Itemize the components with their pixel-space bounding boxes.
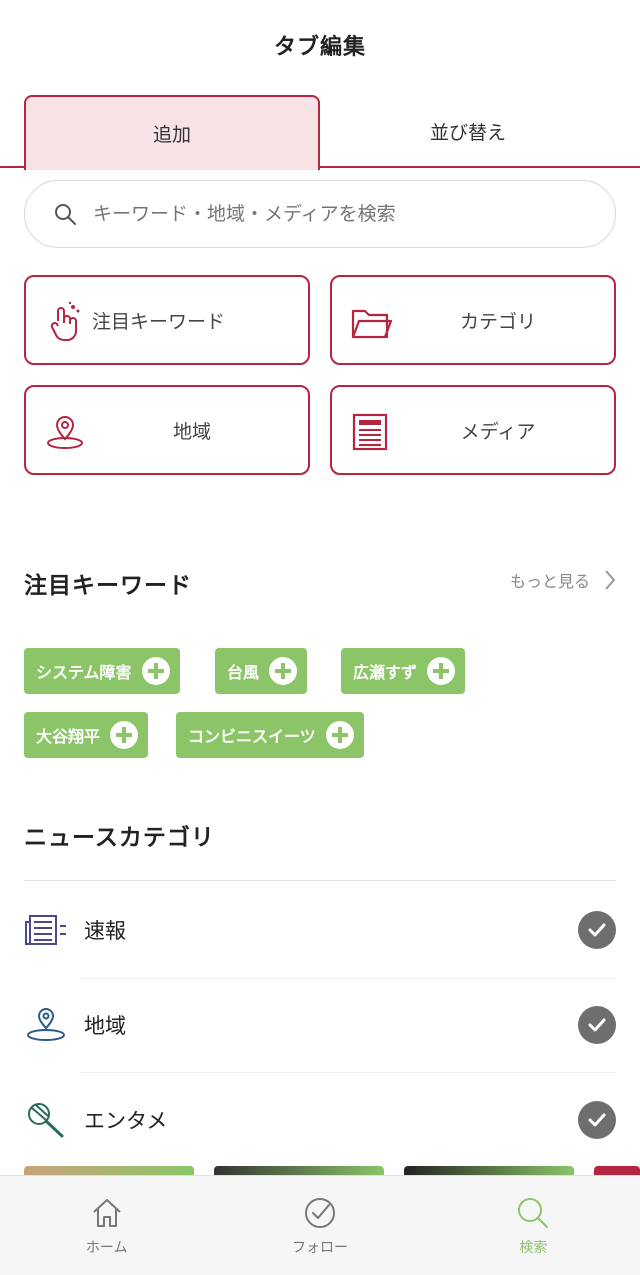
row-divider: [80, 978, 616, 979]
keyword-chip[interactable]: 大谷翔平: [24, 712, 149, 758]
category-section-title: ニュースカテゴリ: [24, 825, 215, 851]
tab-reorder[interactable]: 並び替え: [320, 95, 616, 168]
region-button[interactable]: 地域: [24, 385, 310, 475]
keyword-button[interactable]: 注目キーワード: [24, 275, 310, 365]
map-pin-icon: [27, 1007, 65, 1041]
more-link[interactable]: もっと見る: [510, 568, 616, 592]
tab-bar: 追加 並び替え: [0, 90, 640, 170]
keyword-chip-label: 台風: [227, 663, 260, 682]
newspaper-icon: [352, 413, 388, 451]
search-input[interactable]: [93, 203, 553, 225]
tab-add[interactable]: 追加: [24, 95, 320, 170]
more-link-label: もっと見る: [509, 572, 590, 591]
microphone-icon: [28, 1103, 64, 1138]
plus-icon: [110, 721, 139, 749]
keyword-chip-label: 広瀬すず: [353, 663, 418, 682]
category-label: 速報: [84, 919, 126, 943]
keyword-chip[interactable]: コンビニスイーツ: [176, 712, 364, 758]
media-button[interactable]: メディア: [330, 385, 616, 475]
search-icon: [55, 204, 76, 225]
nav-search-label: 検索: [519, 1239, 548, 1256]
news-icon: [25, 915, 66, 945]
keyword-chip[interactable]: システム障害: [24, 648, 180, 694]
keyword-chip-label: 大谷翔平: [36, 727, 101, 746]
plus-icon: [269, 657, 298, 685]
page-title: タブ編集: [273, 35, 366, 60]
keywords-section-title: 注目キーワード: [24, 573, 192, 599]
keyword-chip-label: システム障害: [36, 663, 132, 682]
row-divider: [80, 1072, 616, 1073]
section-divider: [24, 880, 616, 881]
category-button[interactable]: カテゴリ: [330, 275, 616, 365]
check-icon[interactable]: [578, 1006, 616, 1044]
keyword-button-label: 注目キーワード: [92, 310, 226, 333]
category-row-entertainment[interactable]: エンタメ: [24, 1088, 616, 1152]
plus-icon: [141, 657, 170, 685]
plus-icon: [325, 721, 354, 749]
nav-home[interactable]: ホーム: [0, 1176, 213, 1275]
check-circle-icon: [304, 1197, 335, 1228]
header: タブ編集: [0, 0, 640, 90]
nav-follow[interactable]: フォロー: [213, 1176, 426, 1275]
category-row-region[interactable]: 地域: [24, 993, 616, 1057]
nav-follow-label: フォロー: [291, 1239, 348, 1256]
bottom-nav: ホーム フォロー 検索: [0, 1175, 640, 1275]
region-button-label: 地域: [172, 420, 211, 443]
search-icon: [518, 1197, 549, 1228]
nav-search[interactable]: 検索: [427, 1176, 640, 1275]
media-button-label: メディア: [460, 420, 536, 443]
keyword-chip[interactable]: 台風: [215, 648, 308, 694]
map-pin-icon: [47, 415, 83, 449]
search-box[interactable]: [24, 180, 616, 248]
chevron-right-icon: [605, 570, 616, 590]
check-icon[interactable]: [578, 1101, 616, 1139]
nav-home-label: ホーム: [85, 1239, 128, 1256]
keyword-chip-label: コンビニスイーツ: [188, 727, 316, 746]
category-button-label: カテゴリ: [459, 310, 536, 333]
category-label: 地域: [84, 1014, 126, 1038]
tap-finger-icon: [50, 301, 80, 341]
plus-icon: [427, 657, 456, 685]
folder-icon: [351, 309, 392, 339]
check-icon[interactable]: [578, 911, 616, 949]
keyword-chip[interactable]: 広瀬すず: [341, 648, 466, 694]
home-icon: [92, 1198, 121, 1227]
category-row-breaking[interactable]: 速報: [24, 898, 616, 962]
category-label: エンタメ: [84, 1109, 168, 1133]
